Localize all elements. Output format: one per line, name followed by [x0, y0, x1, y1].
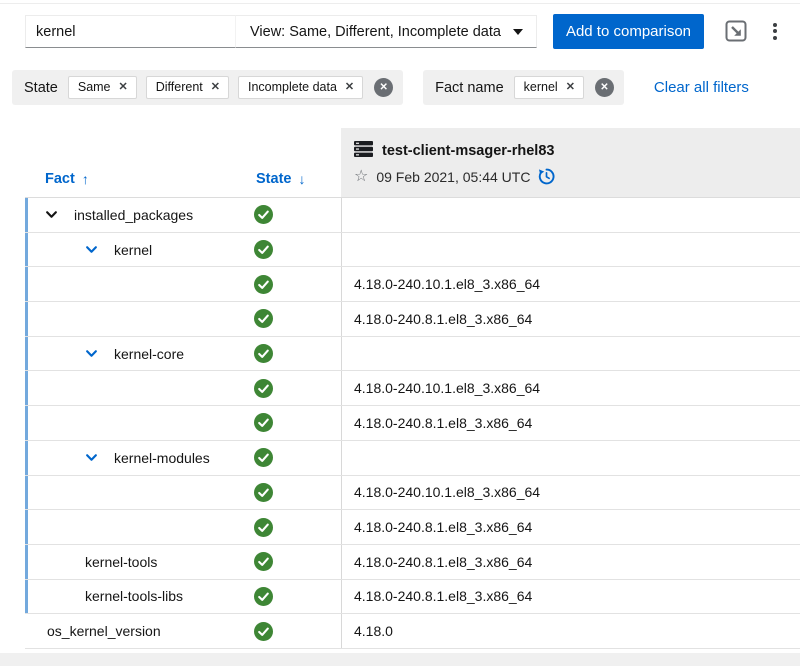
fact-value: 4.18.0 — [341, 614, 800, 648]
filter-chip: Same ✕ — [68, 76, 137, 99]
fact-value: 4.18.0-240.10.1.el8_3.x86_64 — [341, 267, 800, 301]
filter-chip-label: Incomplete data — [248, 80, 337, 94]
chip-list: Same ✕ Different ✕ Incomplete data ✕ — [68, 76, 363, 99]
chip-remove-button[interactable]: ✕ — [345, 82, 354, 93]
filter-chip: kernel ✕ — [514, 76, 584, 99]
filter-chip-label: Same — [78, 80, 111, 94]
view-filter-label: View: Same, Different, Incomplete data — [250, 24, 501, 40]
comparison-table: Fact ↑ State ↓ — [25, 128, 800, 649]
same-state-check-icon — [254, 587, 273, 606]
fact-row: 4.18.0-240.8.1.el8_3.x86_64 — [25, 406, 800, 441]
fact-value: 4.18.0-240.8.1.el8_3.x86_64 — [341, 510, 800, 544]
expand-toggle-chevron-icon[interactable] — [85, 243, 98, 256]
fact-name: os_kernel_version — [47, 623, 161, 639]
filter-group-state: State Same ✕ Different ✕ Incomplete data ✕ ✕ — [12, 70, 403, 105]
same-state-check-icon — [254, 518, 273, 537]
active-filters-bar: State Same✕Different✕Incomplete data✕ ✕ … — [12, 70, 749, 105]
fact-row: 4.18.0-240.10.1.el8_3.x86_64 — [25, 267, 800, 302]
fact-search-input[interactable] — [25, 15, 236, 48]
system-name: test-client-msager-rhel83 — [382, 143, 554, 159]
filter-chip-label: Different — [156, 80, 203, 94]
chip-remove-button[interactable]: ✕ — [211, 82, 220, 93]
fact-name: kernel-tools — [85, 554, 157, 570]
export-button[interactable] — [722, 17, 750, 48]
fact-name: kernel-core — [114, 346, 184, 362]
filter-group-fact-name: Fact name kernel ✕ ✕ — [423, 70, 624, 105]
fact-value — [341, 337, 800, 371]
bottom-strip — [0, 653, 800, 666]
column-header-fact[interactable]: Fact ↑ — [45, 171, 89, 187]
same-state-check-icon — [254, 483, 273, 502]
column-header-state[interactable]: State ↓ — [256, 171, 305, 187]
fact-name: kernel-modules — [114, 450, 210, 466]
history-icon[interactable] — [538, 168, 555, 185]
table-body: installed_packageskernel 4.18.0-240.10.1.… — [25, 197, 800, 649]
server-icon — [354, 141, 373, 161]
same-state-check-icon — [254, 622, 273, 641]
fact-value — [341, 233, 800, 267]
filter-chip-label: kernel — [524, 80, 558, 94]
fact-row: 4.18.0-240.8.1.el8_3.x86_64 — [25, 302, 800, 337]
clear-all-filters-link[interactable]: Clear all filters — [654, 79, 749, 96]
filter-group-label: State — [24, 80, 58, 96]
chevron-down-icon — [513, 29, 523, 35]
clear-group-button[interactable]: ✕ — [374, 78, 393, 97]
export-icon — [724, 31, 748, 46]
sort-desc-icon: ↓ — [298, 171, 305, 187]
same-state-check-icon — [254, 309, 273, 328]
fact-row-kernel-tools: kernel-tools 4.18.0-240.8.1.el8_3.x86_64 — [25, 545, 800, 580]
top-divider — [0, 3, 800, 4]
fact-value: 4.18.0-240.8.1.el8_3.x86_64 — [341, 302, 800, 336]
fact-value — [341, 441, 800, 475]
fact-name: kernel-tools-libs — [85, 588, 183, 604]
filter-chip: Different ✕ — [146, 76, 229, 99]
fact-name: kernel — [114, 242, 152, 258]
fact-row-kernel-core: kernel-core — [25, 337, 800, 372]
fact-value: 4.18.0-240.10.1.el8_3.x86_64 — [341, 371, 800, 405]
same-state-check-icon — [254, 552, 273, 571]
fact-row-os_kernel_version: os_kernel_version 4.18.0 — [25, 614, 800, 649]
fact-value: 4.18.0-240.10.1.el8_3.x86_64 — [341, 476, 800, 510]
same-state-check-icon — [254, 344, 273, 363]
system-column-header: test-client-msager-rhel83 ☆ 09 Feb 2021,… — [341, 128, 800, 197]
same-state-check-icon — [254, 448, 273, 467]
chip-list: kernel ✕ — [514, 76, 584, 99]
same-state-check-icon — [254, 413, 273, 432]
star-icon[interactable]: ☆ — [354, 169, 368, 185]
clear-group-button[interactable]: ✕ — [595, 78, 614, 97]
expand-toggle-chevron-icon[interactable] — [85, 347, 98, 360]
table-header: Fact ↑ State ↓ — [25, 128, 800, 197]
fact-row: 4.18.0-240.10.1.el8_3.x86_64 — [25, 476, 800, 511]
filter-chip: Incomplete data ✕ — [238, 76, 363, 99]
same-state-check-icon — [254, 379, 273, 398]
expand-toggle-chevron-icon[interactable] — [85, 451, 98, 464]
fact-row-kernel-modules: kernel-modules — [25, 441, 800, 476]
same-state-check-icon — [254, 205, 273, 224]
sort-asc-icon: ↑ — [82, 171, 89, 187]
filter-group-label: Fact name — [435, 80, 504, 96]
fact-value: 4.18.0-240.8.1.el8_3.x86_64 — [341, 406, 800, 440]
fact-row-kernel: kernel — [25, 233, 800, 268]
chip-remove-button[interactable]: ✕ — [566, 82, 575, 93]
fact-value: 4.18.0-240.8.1.el8_3.x86_64 — [341, 580, 800, 614]
fact-row-kernel-tools-libs: kernel-tools-libs 4.18.0-240.8.1.el8_3.x8… — [25, 580, 800, 615]
expand-toggle-chevron-icon[interactable] — [45, 208, 58, 221]
chip-remove-button[interactable]: ✕ — [119, 82, 128, 93]
kebab-menu-button[interactable] — [764, 17, 786, 45]
fact-row-installed_packages: installed_packages — [25, 198, 800, 233]
drift-comparison-page: View: Same, Different, Incomplete data A… — [0, 0, 800, 666]
kebab-icon — [773, 23, 777, 27]
fact-row: 4.18.0-240.10.1.el8_3.x86_64 — [25, 371, 800, 406]
same-state-check-icon — [254, 240, 273, 259]
fact-value — [341, 198, 800, 232]
fact-name: installed_packages — [74, 207, 193, 223]
system-timestamp: 09 Feb 2021, 05:44 UTC — [376, 169, 530, 185]
fact-value: 4.18.0-240.8.1.el8_3.x86_64 — [341, 545, 800, 579]
view-filter-select[interactable]: View: Same, Different, Incomplete data — [236, 15, 537, 48]
fact-row: 4.18.0-240.8.1.el8_3.x86_64 — [25, 510, 800, 545]
add-to-comparison-button[interactable]: Add to comparison — [553, 14, 704, 49]
same-state-check-icon — [254, 275, 273, 294]
